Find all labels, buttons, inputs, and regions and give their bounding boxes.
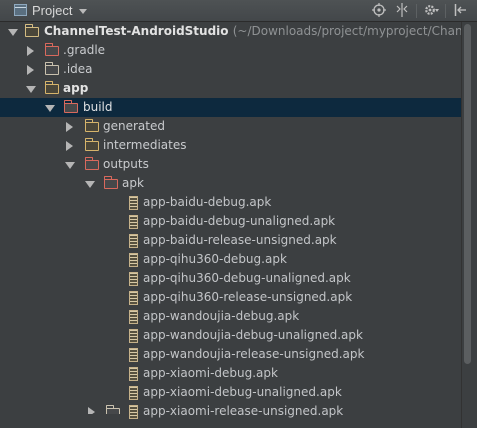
- tree-node-label: .gradle: [63, 43, 106, 57]
- file-label: app-qihu360-release-unsigned.apk: [143, 290, 353, 304]
- chevron-right-icon: [88, 407, 95, 414]
- archive-file-icon: [129, 348, 138, 362]
- file-label: app-wandoujia-release-unsigned.apk: [143, 347, 365, 361]
- tree-node-apk-file[interactable]: app-baidu-debug-unaligned.apk: [0, 212, 461, 231]
- project-tree: ChannelTest-AndroidStudio (~/Downloads/p…: [0, 22, 461, 428]
- file-label: app-wandoujia-debug-unaligned.apk: [143, 328, 363, 342]
- tree-node-apk-file[interactable]: app-wandoujia-debug.apk: [0, 307, 461, 326]
- project-tool-window: Project ChannelTest-AndroidStudio (~/Dow…: [0, 0, 477, 428]
- tree-node-gradle[interactable]: .gradle: [0, 41, 461, 60]
- archive-file-icon: [129, 291, 138, 305]
- tree-node-apk-file[interactable]: app-qihu360-debug-unaligned.apk: [0, 269, 461, 288]
- tree-node-apk-file[interactable]: app-baidu-debug.apk: [0, 193, 461, 212]
- tree-node-label: app: [63, 81, 89, 95]
- archive-file-icon: [129, 367, 138, 381]
- excluded-folder-icon: [85, 157, 99, 170]
- project-path: (~/Downloads/project/myproject/Chann: [232, 24, 461, 38]
- tree-node-app[interactable]: app: [0, 79, 461, 98]
- chevron-right-icon[interactable]: [66, 141, 73, 151]
- tree-node-idea[interactable]: .idea: [0, 60, 461, 79]
- archive-file-icon: [129, 196, 138, 210]
- tree-node-build[interactable]: build: [0, 98, 461, 117]
- tree-node-apk-file[interactable]: app-qihu360-release-unsigned.apk: [0, 288, 461, 307]
- gear-icon[interactable]: [423, 2, 439, 19]
- target-icon[interactable]: [371, 2, 387, 19]
- tree-node-label: outputs: [103, 157, 149, 171]
- tree-node-apk-folder[interactable]: apk: [0, 174, 461, 193]
- folder-icon: [45, 62, 59, 75]
- project-panel-icon: [14, 4, 27, 16]
- file-label: app-xiaomi-debug.apk: [143, 366, 278, 380]
- archive-file-icon: [129, 272, 138, 286]
- folder-icon: [85, 119, 99, 132]
- module-folder-icon: [45, 81, 59, 94]
- tree-node-partially-visible: [88, 404, 278, 414]
- tree-node-apk-file[interactable]: app-baidu-release-unsigned.apk: [0, 231, 461, 250]
- file-label: app-qihu360-debug.apk: [143, 252, 287, 266]
- file-label: app-xiaomi-debug-unaligned.apk: [143, 385, 342, 399]
- folder-icon: [85, 138, 99, 151]
- hide-panel-icon[interactable]: [452, 2, 468, 19]
- vertical-scrollbar[interactable]: [461, 22, 477, 428]
- excluded-folder-icon: [104, 176, 118, 189]
- tree-node-apk-file[interactable]: app-wandoujia-release-unsigned.apk: [0, 345, 461, 364]
- file-label: app-baidu-debug-unaligned.apk: [143, 214, 336, 228]
- tree-node-label: apk: [122, 176, 144, 190]
- chevron-down-icon[interactable]: [85, 181, 95, 188]
- tree-node-project-root[interactable]: ChannelTest-AndroidStudio (~/Downloads/p…: [0, 22, 461, 41]
- view-selector-label[interactable]: Project: [32, 2, 72, 19]
- archive-file-icon: [129, 386, 138, 400]
- tree-node-label: generated: [103, 119, 165, 133]
- tree-node-apk-file[interactable]: app-xiaomi-debug-unaligned.apk: [0, 383, 461, 402]
- tree-node-apk-file[interactable]: app-xiaomi-debug.apk: [0, 364, 461, 383]
- chevron-right-icon[interactable]: [27, 46, 34, 56]
- chevron-down-icon[interactable]: [65, 162, 75, 169]
- folder-icon: [106, 405, 120, 414]
- file-label: app-qihu360-debug-unaligned.apk: [143, 271, 351, 285]
- chevron-down-icon[interactable]: [45, 105, 55, 112]
- tree-node-apk-file[interactable]: app-qihu360-debug.apk: [0, 250, 461, 269]
- excluded-folder-icon: [45, 43, 59, 56]
- archive-file-icon: [129, 253, 138, 267]
- tree-node-label: .idea: [63, 62, 93, 76]
- chevron-down-icon[interactable]: [79, 9, 87, 14]
- file-label: app-wandoujia-debug.apk: [143, 309, 300, 323]
- chevron-right-icon[interactable]: [66, 122, 73, 132]
- project-root-label: ChannelTest-AndroidStudio (~/Downloads/p…: [44, 23, 461, 40]
- tree-node-outputs[interactable]: outputs: [0, 155, 461, 174]
- project-name: ChannelTest-AndroidStudio: [44, 24, 229, 38]
- archive-file-icon: [129, 329, 138, 343]
- tree-node-label: build: [83, 100, 113, 114]
- chevron-down-icon[interactable]: [8, 29, 18, 36]
- tree-node-label: intermediates: [103, 138, 187, 152]
- tool-window-header: Project: [0, 0, 477, 22]
- project-folder-icon: [25, 24, 39, 37]
- collapse-split-icon[interactable]: [394, 2, 410, 19]
- header-divider: [416, 4, 417, 18]
- archive-file-icon: [129, 215, 138, 229]
- archive-file-icon: [129, 234, 138, 248]
- chevron-down-icon[interactable]: [26, 86, 36, 93]
- header-divider: [445, 4, 446, 18]
- excluded-folder-icon: [64, 100, 78, 113]
- file-label: app-baidu-debug.apk: [143, 195, 272, 209]
- chevron-right-icon[interactable]: [27, 65, 34, 75]
- tree-node-apk-file[interactable]: app-wandoujia-debug-unaligned.apk: [0, 326, 461, 345]
- file-label: app-baidu-release-unsigned.apk: [143, 233, 337, 247]
- tree-node-generated[interactable]: generated: [0, 117, 461, 136]
- archive-file-icon: [129, 310, 138, 324]
- tree-node-intermediates[interactable]: intermediates: [0, 136, 461, 155]
- scrollbar-thumb[interactable]: [464, 24, 471, 364]
